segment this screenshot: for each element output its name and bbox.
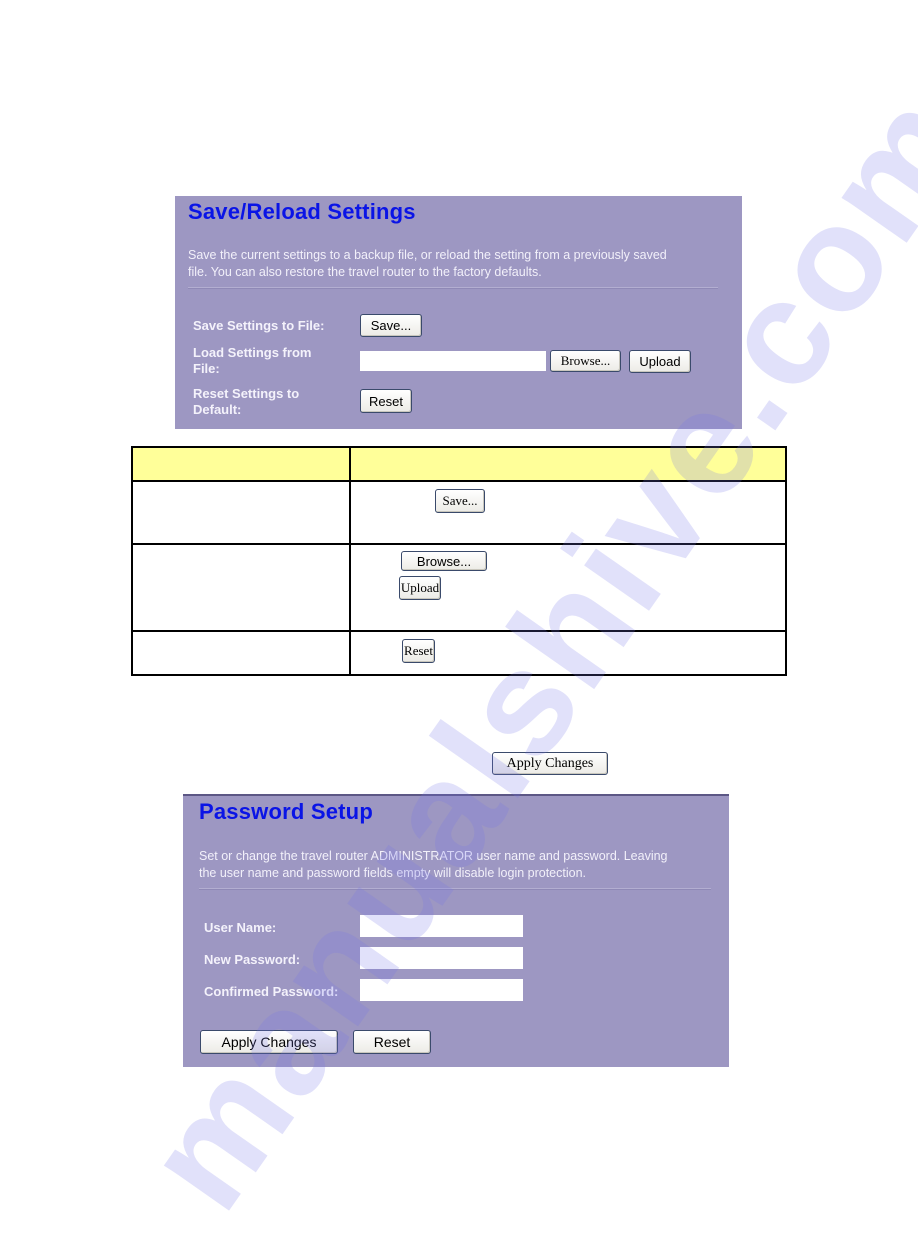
password-setup-description: Set or change the travel router ADMINIST… [199, 848, 668, 882]
new-password-input[interactable] [360, 947, 523, 969]
load-settings-label-line2: File: [193, 361, 220, 376]
user-name-label: User Name: [204, 920, 277, 935]
browse-button[interactable]: Browse... [550, 350, 621, 372]
table-header-description [349, 446, 787, 482]
save-settings-label: Save Settings to File: [193, 318, 324, 334]
confirmed-password-input[interactable] [360, 979, 523, 1001]
confirmed-password-label: Confirmed Password: [204, 984, 339, 999]
table-save-button[interactable]: Save... [435, 489, 485, 513]
password-reset-button[interactable]: Reset [353, 1030, 431, 1054]
user-name-input[interactable] [360, 915, 523, 937]
table-reset-button[interactable]: Reset [402, 639, 435, 663]
table-header-row [131, 446, 787, 482]
table-cell-item [131, 543, 351, 632]
inline-apply-changes-button[interactable]: Apply Changes [492, 752, 608, 775]
apply-changes-button[interactable]: Apply Changes [200, 1030, 338, 1054]
save-reload-separator [188, 287, 718, 289]
table-row: Save... [131, 480, 787, 545]
password-setup-description-line1: Set or change the travel router ADMINIST… [199, 849, 668, 863]
table-cell-item [131, 480, 351, 545]
load-settings-label: Load Settings from File: [193, 345, 311, 377]
table-header-item [131, 446, 351, 482]
upload-button[interactable]: Upload [629, 350, 691, 373]
table-row: Browse... Upload [131, 543, 787, 632]
password-setup-title: Password Setup [199, 799, 373, 824]
save-settings-label-text: Save Settings to File: [193, 318, 325, 333]
load-settings-file-input[interactable] [360, 351, 546, 371]
password-setup-separator [199, 888, 711, 890]
table-row: Reset [131, 630, 787, 676]
password-setup-description-line2: the user name and password fields empty … [199, 866, 587, 880]
reset-settings-label-line1: Reset Settings to [193, 386, 300, 401]
save-reload-description-line1: Save the current settings to a backup fi… [188, 248, 667, 262]
save-settings-button[interactable]: Save... [360, 314, 422, 337]
reset-settings-label: Reset Settings to Default: [193, 386, 299, 418]
save-reload-description: Save the current settings to a backup fi… [188, 247, 667, 281]
table-upload-button[interactable]: Upload [399, 576, 441, 600]
password-setup-panel: Password Setup Set or change the travel … [183, 794, 729, 1067]
reset-settings-label-line2: Default: [193, 402, 242, 417]
table-cell-description: Save... [349, 480, 787, 545]
save-reload-title: Save/Reload Settings [188, 199, 416, 224]
reset-settings-button[interactable]: Reset [360, 389, 412, 413]
table-cell-item [131, 630, 351, 676]
new-password-label: New Password: [204, 952, 301, 967]
description-table: Save... Browse... Upload Reset [131, 446, 787, 676]
table-cell-description: Browse... Upload [349, 543, 787, 632]
save-reload-description-line2: file. You can also restore the travel ro… [188, 265, 542, 279]
save-reload-panel: Save/Reload Settings Save the current se… [175, 196, 742, 429]
load-settings-label-line1: Load Settings from [193, 345, 312, 360]
table-browse-button[interactable]: Browse... [401, 551, 487, 571]
table-cell-description: Reset [349, 630, 787, 676]
